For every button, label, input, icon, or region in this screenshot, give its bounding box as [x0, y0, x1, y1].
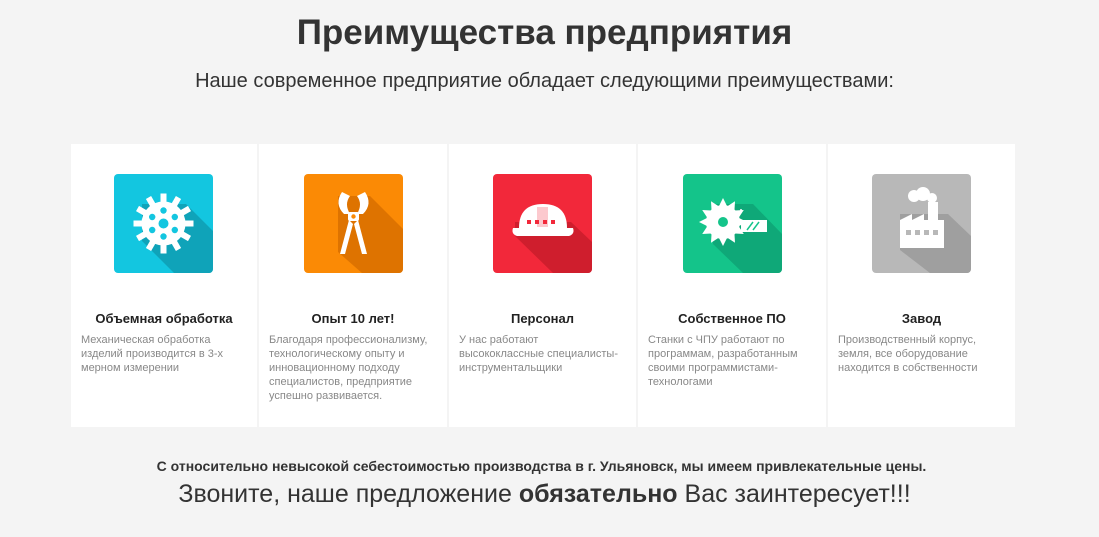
- price-note: С относительно невысокой себестоимостью …: [156, 458, 927, 474]
- cta-text-end: Вас заинтересует!!!: [677, 480, 911, 508]
- card-description: У нас работают высококлассные специалист…: [459, 334, 618, 374]
- pliers-icon: [304, 174, 403, 273]
- hard-hat-icon: [493, 174, 592, 273]
- card-description: Благодаря профессионализму, технологичес…: [269, 334, 428, 402]
- factory-icon: [872, 174, 971, 273]
- cta-text-start: Звоните, наше предложение: [178, 480, 519, 508]
- advantage-card-experience: Опыт 10 лет! Благодаря профессионализму,…: [259, 144, 447, 427]
- cta-emphasis: обязательно: [518, 480, 678, 508]
- saw-blade-icon: [683, 174, 782, 273]
- card-title: Завод: [901, 311, 942, 326]
- page-title: Преимущества предприятия: [296, 13, 793, 52]
- advantage-card-factory: Завод Производственный корпус, земля, вс…: [828, 144, 1015, 427]
- advantage-card-processing: Объемная обработка Механическая обработк…: [71, 144, 257, 427]
- snowflake-icon: [114, 174, 213, 273]
- card-description: Производственный корпус, земля, все обор…: [838, 334, 978, 374]
- card-title: Объемная обработка: [95, 311, 233, 326]
- advantage-card-personnel: Персонал У нас работают высококлассные с…: [449, 144, 636, 427]
- card-title: Собственное ПО: [678, 311, 786, 326]
- card-title: Опыт 10 лет!: [311, 311, 395, 326]
- advantage-card-software: Собственное ПО Станки с ЧПУ работают по …: [638, 144, 826, 427]
- card-description: Механическая обработка изделий производи…: [81, 334, 224, 374]
- page-subtitle: Наше современное предприятие обладает сл…: [195, 70, 894, 92]
- advantages-grid: Объемная обработка Механическая обработк…: [71, 144, 1017, 427]
- card-title: Персонал: [510, 311, 575, 326]
- call-to-action: Звоните, наше предложение обязательно Ва…: [0, 478, 1089, 510]
- card-description: Станки с ЧПУ работают по программам, раз…: [648, 334, 798, 388]
